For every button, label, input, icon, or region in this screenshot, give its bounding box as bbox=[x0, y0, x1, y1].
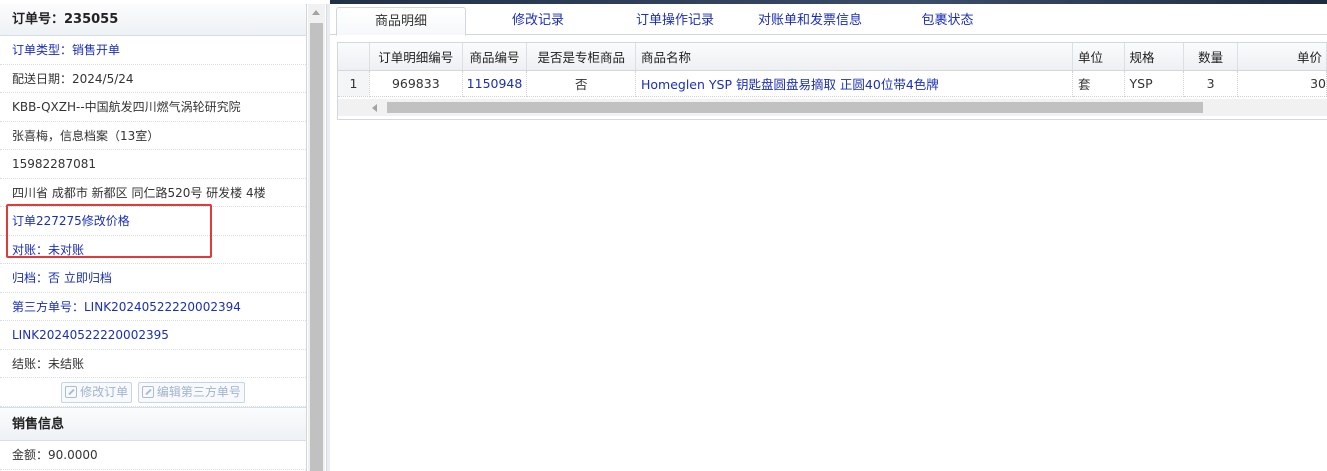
tab-change-log[interactable]: 修改记录 bbox=[480, 7, 596, 35]
modify-order-button[interactable]: 修改订单 bbox=[61, 382, 133, 403]
cell-counter-product: 否 bbox=[526, 70, 636, 97]
cell-unit: 套 bbox=[1072, 70, 1125, 97]
col-quantity[interactable]: 数量 bbox=[1183, 43, 1239, 71]
product-table: 订单明细编号 商品编号 是否是专柜商品 商品名称 单位 规格 数量 单价 1 9… bbox=[338, 43, 1327, 97]
scrollbar-thumb[interactable] bbox=[310, 23, 323, 471]
order-info-panel: 订单号：235055 订单类型：销售开单 配送日期：2024/5/24 KBB-… bbox=[0, 4, 307, 471]
col-product-name[interactable]: 商品名称 bbox=[635, 43, 1074, 71]
tab-operation-log[interactable]: 订单操作记录 bbox=[610, 7, 740, 35]
cell-detail-id: 969833 bbox=[369, 70, 463, 97]
tab-statement-invoice[interactable]: 对账单和发票信息 bbox=[735, 7, 885, 35]
grid-horizontal-scrollbar[interactable] bbox=[338, 99, 1327, 116]
col-rownum bbox=[338, 43, 370, 71]
scroll-left-arrow-icon[interactable] bbox=[372, 104, 377, 112]
cell-quantity: 3 bbox=[1183, 70, 1239, 97]
archive-now-link[interactable]: 立即归档 bbox=[64, 271, 112, 285]
table-header-row: 订单明细编号 商品编号 是否是专柜商品 商品名称 单位 规格 数量 单价 bbox=[338, 43, 1327, 71]
contact-phone: 15982287081 bbox=[0, 150, 306, 179]
col-product-id[interactable]: 商品编号 bbox=[462, 43, 528, 71]
horizontal-scrollbar-thumb[interactable] bbox=[387, 102, 1203, 113]
tab-product-details[interactable]: 商品明细 bbox=[336, 7, 466, 36]
sales-amount: 金额：90.0000 bbox=[0, 441, 306, 470]
order-detail-panel: 商品明细 修改记录 订单操作记录 对账单和发票信息 包裹状态 订单明细编号 商品… bbox=[330, 4, 1327, 471]
modify-order-label: 修改订单 bbox=[80, 385, 129, 399]
cell-product-name-link[interactable]: Homeglen YSP 钥匙盘圆盘易摘取 正圆40位带4色牌 bbox=[635, 70, 1074, 97]
product-grid: 订单明细编号 商品编号 是否是专柜商品 商品名称 单位 规格 数量 单价 1 9… bbox=[337, 42, 1327, 120]
edit-icon bbox=[141, 386, 154, 398]
delivery-date: 配送日期：2024/5/24 bbox=[0, 65, 306, 93]
col-unit[interactable]: 单位 bbox=[1072, 43, 1125, 71]
sales-info-title: 销售信息 bbox=[0, 407, 306, 441]
col-counter-product[interactable]: 是否是专柜商品 bbox=[526, 43, 636, 71]
contact-person: 张喜梅，信息档案（13室） bbox=[0, 122, 306, 150]
col-detail-id[interactable]: 订单明细编号 bbox=[369, 43, 463, 71]
order-number-title: 订单号：235055 bbox=[0, 4, 306, 36]
left-vertical-scrollbar[interactable] bbox=[308, 4, 325, 471]
col-unit-price[interactable]: 单价 bbox=[1237, 43, 1327, 71]
customer-company: KBB-QXZH--中国航发四川燃气涡轮研究院 bbox=[0, 93, 306, 122]
action-buttons: 修改订单 编辑第三方单号 bbox=[0, 378, 306, 407]
edit-icon bbox=[65, 386, 78, 398]
cell-unit-price: 30 bbox=[1237, 70, 1327, 97]
settlement-status: 结账：未结账 bbox=[0, 350, 306, 378]
detail-tabs: 商品明细 修改记录 订单操作记录 对账单和发票信息 包裹状态 bbox=[330, 4, 1327, 36]
cell-rownum: 1 bbox=[338, 70, 370, 97]
delivery-address: 四川省 成都市 新都区 同仁路520号 研发楼 4楼 bbox=[0, 179, 306, 207]
third-party-number-2[interactable]: LINK20240522220002395 bbox=[0, 321, 306, 350]
tab-package-status[interactable]: 包裹状态 bbox=[895, 7, 1000, 35]
archive-label: 归档：否 bbox=[12, 271, 61, 285]
scroll-up-arrow-icon[interactable] bbox=[312, 10, 320, 15]
archive-row: 归档：否 立即归档 bbox=[0, 264, 306, 293]
order-type[interactable]: 订单类型：销售开单 bbox=[0, 36, 306, 65]
edit-third-party-label: 编辑第三方单号 bbox=[156, 385, 241, 399]
third-party-number[interactable]: 第三方单号：LINK20240522220002394 bbox=[0, 293, 306, 321]
cell-spec: YSP bbox=[1124, 70, 1184, 97]
annotation-highlight-box bbox=[6, 204, 212, 258]
edit-third-party-button[interactable]: 编辑第三方单号 bbox=[137, 382, 245, 403]
table-row[interactable]: 1 969833 1150948 否 Homeglen YSP 钥匙盘圆盘易摘取… bbox=[338, 70, 1327, 97]
cell-product-id-link[interactable]: 1150948 bbox=[462, 70, 528, 97]
col-spec[interactable]: 规格 bbox=[1124, 43, 1184, 71]
